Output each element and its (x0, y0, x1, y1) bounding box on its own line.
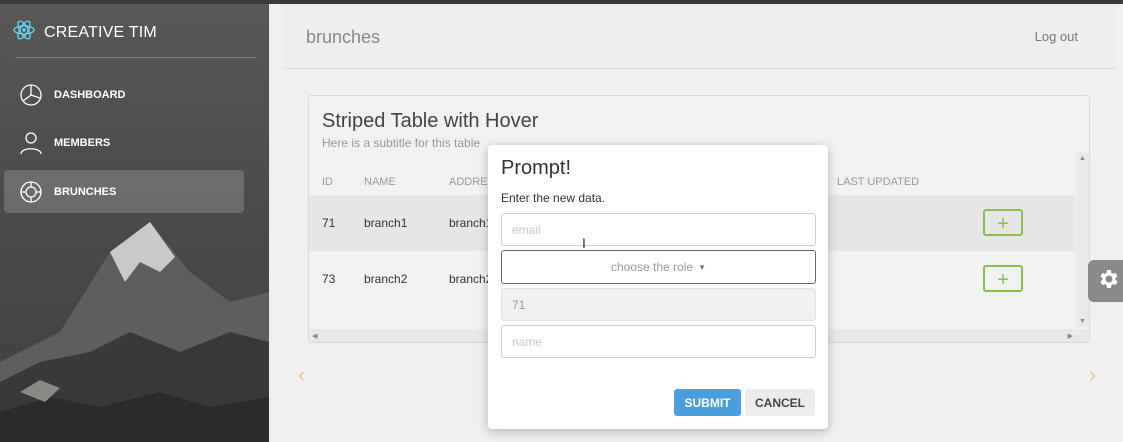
column-header-last-updated[interactable]: LAST UPDATED (837, 176, 919, 188)
scroll-up-icon[interactable]: ▲ (1079, 155, 1086, 162)
scroll-down-icon[interactable]: ▼ (1079, 318, 1086, 325)
page-title: brunches (306, 27, 381, 47)
brand-title: CREATIVE TIM (44, 23, 157, 41)
cell-name: branch1 (364, 216, 408, 230)
cell-name: branch2 (364, 272, 408, 286)
target-icon (16, 177, 46, 207)
user-icon (16, 128, 46, 158)
pagination-prev-icon[interactable]: ‹ (298, 362, 305, 388)
scroll-right-icon[interactable]: ▶ (1068, 332, 1073, 340)
sidebar-item-members[interactable]: MEMBERS (4, 121, 244, 164)
pagination-next-icon[interactable]: › (1089, 362, 1096, 388)
id-field: 71 (501, 288, 816, 321)
cell-address: branch2 (449, 272, 493, 286)
submit-button[interactable]: SUBMIT (674, 389, 741, 416)
sidebar-divider (15, 57, 257, 58)
role-select-label: choose the role (611, 260, 694, 274)
column-header-name[interactable]: NAME (364, 176, 396, 188)
cell-address: branch1 (449, 216, 493, 230)
sidebar-background-image (0, 222, 269, 442)
sidebar-item-dashboard[interactable]: DASHBOARD (4, 73, 244, 116)
card-subtitle: Here is a subtitle for this table (322, 136, 481, 150)
prompt-modal: Prompt! Enter the new data. choose the r… (488, 145, 828, 429)
settings-tab[interactable] (1088, 260, 1123, 302)
gear-icon (1096, 267, 1120, 296)
caret-down-icon: ▼ (698, 262, 706, 272)
sidebar-item-brunches[interactable]: BRUNCHES (4, 170, 244, 213)
id-field-value: 71 (512, 297, 526, 312)
cell-id: 71 (322, 216, 336, 230)
vertical-scrollbar[interactable]: ▲ ▼ (1076, 153, 1089, 327)
sidebar-item-label: MEMBERS (54, 136, 111, 149)
sidebar: CREATIVE TIM DASHBOARD MEMBERS BRUNCHES (0, 4, 269, 442)
main-header: brunches Log out (283, 4, 1116, 69)
cell-id: 73 (322, 272, 336, 286)
modal-description: Enter the new data. (501, 191, 606, 205)
card-title: Striped Table with Hover (322, 110, 539, 132)
role-select[interactable]: choose the role ▼ (501, 250, 816, 284)
email-field[interactable] (501, 213, 816, 246)
sidebar-item-label: DASHBOARD (54, 88, 126, 101)
pie-chart-icon (16, 80, 46, 110)
scroll-left-icon[interactable]: ◀ (312, 332, 317, 340)
cancel-button[interactable]: CANCEL (745, 389, 815, 416)
name-field[interactable] (501, 325, 816, 358)
add-button[interactable]: + (983, 265, 1023, 292)
logout-link[interactable]: Log out (1035, 29, 1078, 44)
react-logo-icon (12, 18, 36, 47)
column-header-id[interactable]: ID (322, 176, 333, 188)
modal-title: Prompt! (501, 157, 572, 179)
brand[interactable]: CREATIVE TIM (12, 18, 157, 47)
sidebar-item-label: BRUNCHES (54, 185, 117, 198)
text-cursor-icon: I (582, 235, 586, 251)
add-button[interactable]: + (983, 209, 1023, 236)
